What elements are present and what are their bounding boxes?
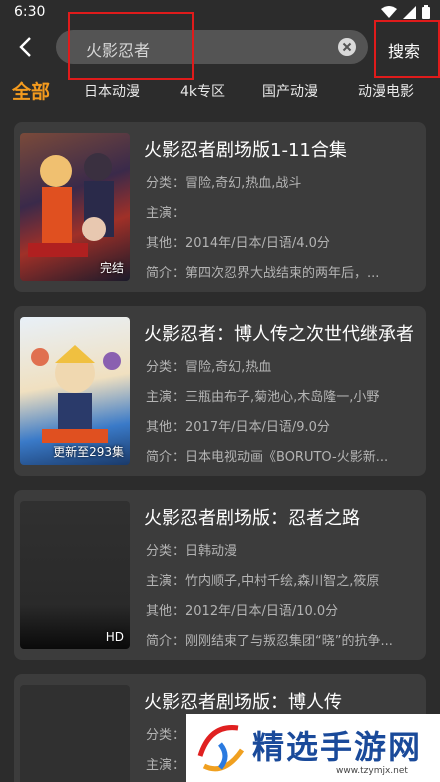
watermark: 精选手游网 www.tzymjx.net xyxy=(186,714,440,782)
result-summary: 简介：刚刚结束了与叛忍集团“晓”的抗争... xyxy=(146,634,393,649)
tab-all[interactable]: 全部 xyxy=(12,77,50,104)
result-title: 火影忍者剧场版：博人传 xyxy=(144,692,342,713)
poster-image: 更新至293集 xyxy=(20,317,130,465)
result-other: 其他：2017年/日本/日语/9.0分 xyxy=(146,420,330,435)
result-cast: 主演：三瓶由布子,菊池心,木岛隆一,小野 xyxy=(146,390,380,405)
highlight-box-submit xyxy=(374,20,440,78)
tab-japanese-anime[interactable]: 日本动漫 xyxy=(84,81,140,101)
back-button[interactable] xyxy=(12,32,38,62)
result-cast: 主演：竹内顺子,中村千绘,森川智之,筱原 xyxy=(146,574,380,589)
highlight-box-search xyxy=(68,12,194,80)
battery-icon xyxy=(422,5,430,19)
signal-icon xyxy=(403,5,416,19)
poster-image: HD xyxy=(20,501,130,649)
result-card[interactable]: 更新至293集 火影忍者：博人传之次世代继承者 分类：冒险,奇幻,热血 主演：三… xyxy=(14,306,426,476)
poster-image xyxy=(20,685,130,782)
tab-4k[interactable]: 4k专区 xyxy=(180,81,225,101)
poster-badge: HD xyxy=(105,630,124,644)
result-summary: 简介：第四次忍界大战结束的两年后，... xyxy=(146,266,380,281)
result-category: 分类：日韩动漫 xyxy=(146,544,238,559)
status-time: 6:30 xyxy=(14,4,46,20)
result-title: 火影忍者：博人传之次世代继承者 xyxy=(144,324,414,345)
result-cast: 主演： xyxy=(146,206,186,221)
wifi-icon xyxy=(381,5,397,18)
result-card[interactable]: 完结 火影忍者剧场版1-11合集 分类：冒险,奇幻,热血,战斗 主演： 其他：2… xyxy=(14,122,426,292)
watermark-url: www.tzymjx.net xyxy=(336,766,408,776)
chevron-left-icon xyxy=(19,37,31,57)
result-title: 火影忍者剧场版1-11合集 xyxy=(144,140,347,161)
result-summary: 简介：日本电视动画《BORUTO-火影新... xyxy=(146,450,389,465)
tab-chinese-anime[interactable]: 国产动漫 xyxy=(262,81,318,101)
tab-anime-movies[interactable]: 动漫电影 xyxy=(358,81,414,101)
status-icons xyxy=(381,5,430,19)
result-card[interactable]: HD 火影忍者剧场版：忍者之路 分类：日韩动漫 主演：竹内顺子,中村千绘,森川智… xyxy=(14,490,426,660)
close-icon xyxy=(342,42,352,52)
result-other: 其他：2012年/日本/日语/10.0分 xyxy=(146,604,339,619)
result-category: 分类：冒险,奇幻,热血 xyxy=(146,360,272,375)
watermark-text: 精选手游网 xyxy=(252,728,423,766)
clear-search-button[interactable] xyxy=(338,38,356,56)
watermark-logo xyxy=(197,725,245,772)
result-category: 分类：冒险,奇幻,热血,战斗 xyxy=(146,176,302,191)
poster-badge: 完结 xyxy=(99,261,124,275)
category-tabs: 全部 日本动漫 4k专区 国产动漫 动漫电影 xyxy=(0,74,440,106)
result-title: 火影忍者剧场版：忍者之路 xyxy=(144,508,360,529)
result-other: 其他：2014年/日本/日语/4.0分 xyxy=(146,236,330,251)
poster-image: 完结 xyxy=(20,133,130,281)
poster-badge: 更新至293集 xyxy=(53,445,124,459)
